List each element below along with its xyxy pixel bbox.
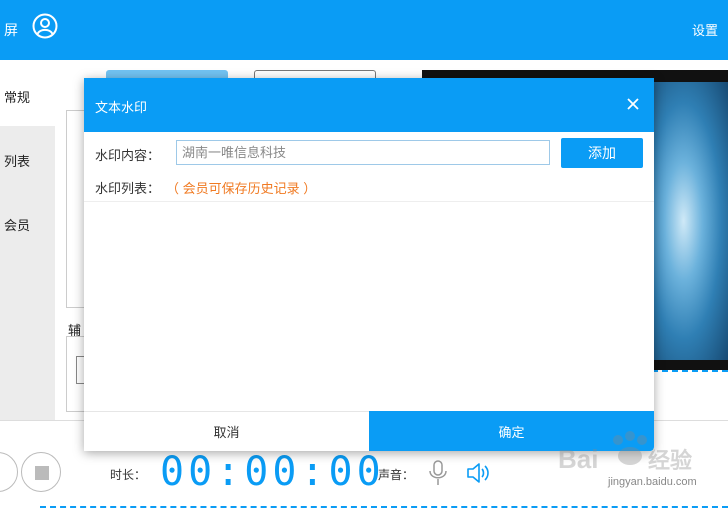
dialog-divider <box>84 201 654 202</box>
add-button[interactable]: 添加 <box>561 138 643 168</box>
dialog-header: 文本水印 <box>84 78 654 132</box>
microphone-icon[interactable] <box>428 460 448 486</box>
svg-text:Bai: Bai <box>558 444 598 474</box>
cancel-button[interactable]: 取消 <box>84 411 369 451</box>
sidebar-item-member[interactable]: 会员 <box>4 215 30 234</box>
sidebar-lower <box>0 126 55 420</box>
sound-label: 声音： <box>378 468 415 482</box>
settings-button[interactable]: 设置 <box>692 20 718 39</box>
preview-image <box>654 82 728 360</box>
sidebar-item-general[interactable]: 常规 <box>4 87 30 106</box>
member-history-note: （ 会员可保存历史记录 ） <box>166 181 317 196</box>
close-icon[interactable] <box>624 95 642 113</box>
sidebar-item-list[interactable]: 列表 <box>4 151 30 170</box>
watermark-list-label: 水印列表： <box>95 181 161 196</box>
text-watermark-dialog: 文本水印 水印内容： 添加 水印列表： （ 会员可保存历史记录 ） 取消 确定 <box>84 78 654 451</box>
svg-text:经验: 经验 <box>648 448 692 473</box>
speaker-icon[interactable] <box>466 462 490 484</box>
top-bar: 屏 设置 <box>0 0 728 60</box>
top-bar-fragment: 屏 <box>4 22 18 38</box>
timer-display: 00:00:00 <box>160 449 385 495</box>
dialog-title: 文本水印 <box>95 100 148 115</box>
watermark-url: jingyan.baidu.com <box>608 476 697 488</box>
stop-icon <box>35 466 49 480</box>
watermark-content-input[interactable] <box>176 140 550 165</box>
watermark-content-label: 水印内容： <box>95 148 161 163</box>
stop-button[interactable] <box>21 452 61 492</box>
duration-label: 时长： <box>110 468 147 482</box>
user-icon[interactable] <box>32 13 58 39</box>
